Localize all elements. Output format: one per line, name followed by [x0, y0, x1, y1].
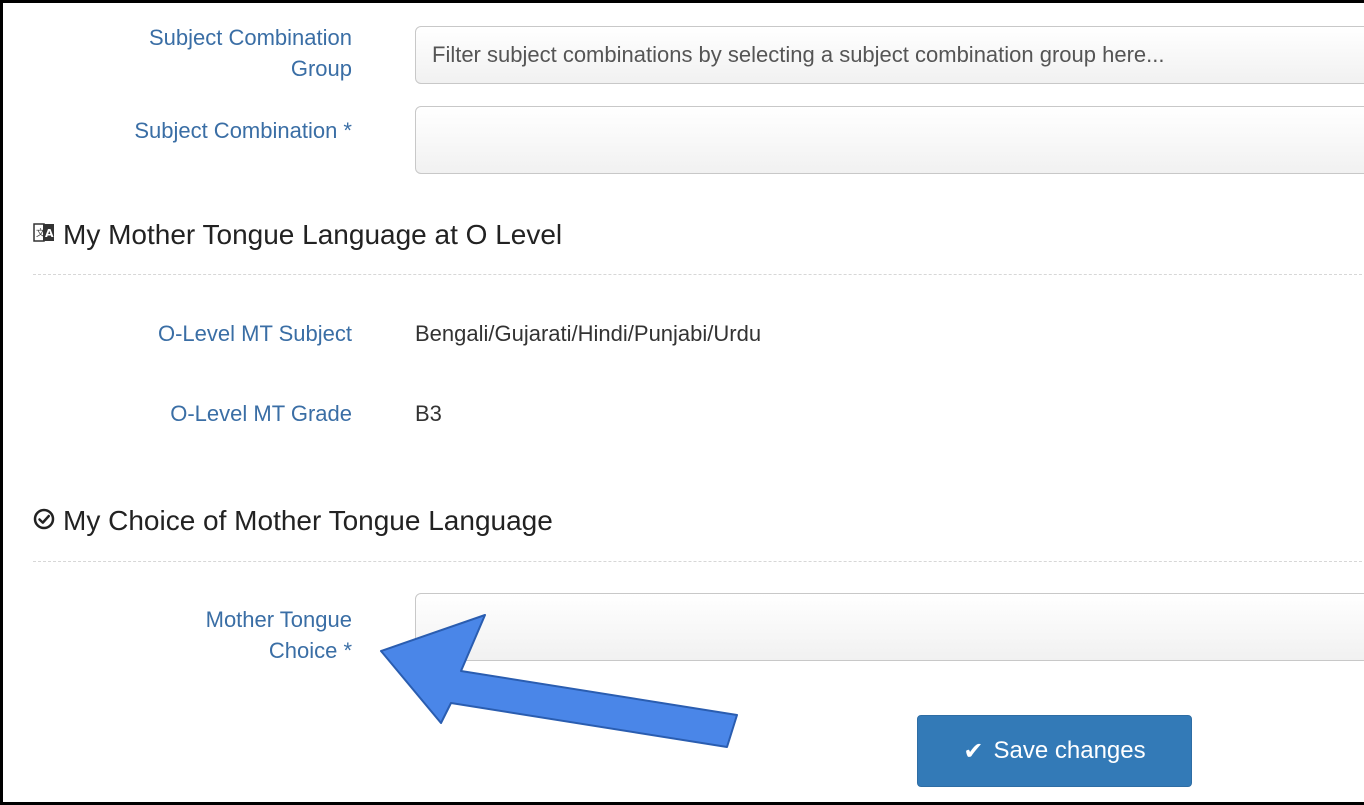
mt-subject-label: O-Level MT Subject: [157, 321, 352, 346]
form-panel: Subject Combination Group Filter subject…: [0, 0, 1364, 805]
subject-combination-select[interactable]: [415, 106, 1364, 174]
language-icon: 文 A: [33, 219, 55, 251]
subject-combination-group-label-line1: Subject Combination: [148, 25, 352, 50]
mt-grade-value: B3: [415, 401, 442, 426]
check-icon: ✔: [963, 737, 984, 765]
choice-section-heading: My Choice of Mother Tongue Language: [63, 505, 553, 536]
mt-grade-label: O-Level MT Grade: [170, 401, 352, 426]
mother-tongue-choice-label: Mother Tongue Choice *: [206, 605, 352, 667]
choice-section-title: My Choice of Mother Tongue Language: [33, 505, 553, 537]
subject-combination-group-label-line2: Group: [290, 55, 352, 81]
mother-tongue-choice-label-line2: Choice *: [268, 637, 352, 663]
subject-combination-group-select[interactable]: Filter subject combinations by selecting…: [415, 26, 1364, 84]
svg-text:A: A: [45, 227, 54, 240]
subject-combination-label: Subject Combination *: [134, 118, 352, 143]
olevel-section-title: 文 A My Mother Tongue Language at O Level: [33, 219, 562, 251]
mother-tongue-choice-label-line1: Mother Tongue: [205, 607, 352, 632]
choice-divider: [33, 561, 1364, 562]
mt-subject-value: Bengali/Gujarati/Hindi/Punjabi/Urdu: [415, 321, 762, 346]
subject-combination-group-placeholder: Filter subject combinations by selecting…: [432, 42, 1165, 67]
check-circle-icon: [33, 505, 55, 537]
save-button[interactable]: ✔ Save changes: [917, 715, 1192, 787]
save-button-label: Save changes: [993, 737, 1146, 764]
olevel-divider: [33, 274, 1364, 275]
subject-combination-group-label: Subject Combination Group: [149, 23, 352, 85]
annotation-arrow-icon: [380, 614, 738, 748]
olevel-section-heading: My Mother Tongue Language at O Level: [63, 219, 563, 250]
svg-text:文: 文: [36, 227, 45, 239]
